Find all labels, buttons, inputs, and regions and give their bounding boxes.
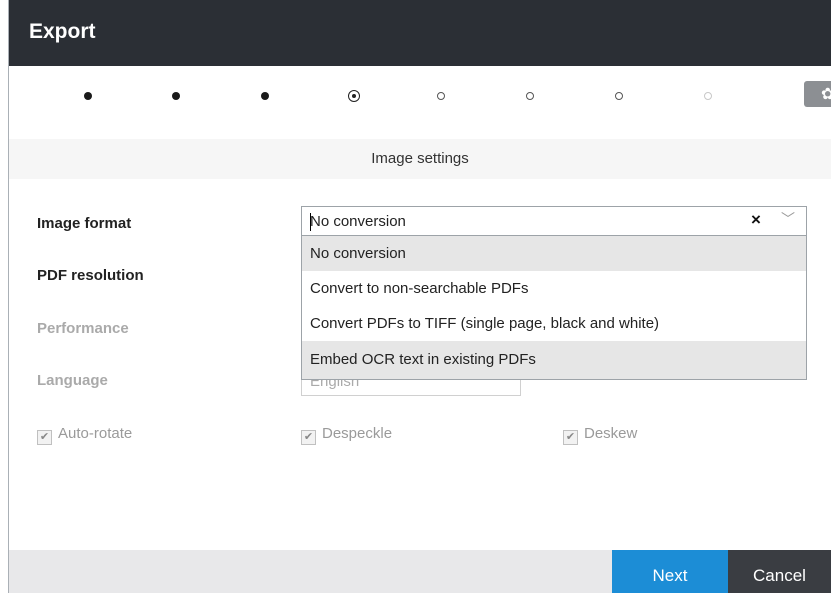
dropdown-option[interactable]: Convert PDFs to TIFF (single page, black…: [302, 306, 806, 341]
dropdown-option[interactable]: No conversion: [302, 236, 806, 271]
chevron-down-icon[interactable]: ﹀: [781, 209, 795, 229]
settings-button[interactable]: ✿: [804, 81, 831, 107]
dialog-title: Export: [29, 20, 96, 43]
despeckle-checkbox[interactable]: ✔ Despeckle: [301, 425, 392, 445]
step-4-current-dot: [348, 90, 360, 102]
despeckle-label: Despeckle: [322, 425, 393, 442]
gear-icon: ✿: [821, 86, 831, 103]
clear-icon[interactable]: ×: [751, 210, 761, 230]
deskew-checkbox[interactable]: ✔ Deskew: [563, 425, 637, 445]
cancel-button[interactable]: Cancel: [728, 550, 831, 593]
section-title: Image settings: [9, 139, 831, 179]
check-icon: ✔: [563, 430, 578, 445]
auto-rotate-checkbox[interactable]: ✔ Auto-rotate: [37, 425, 132, 445]
image-format-dropdown: No conversion Convert to non-searchable …: [301, 235, 807, 380]
dropdown-option[interactable]: Convert to non-searchable PDFs: [302, 271, 806, 306]
image-format-label: Image format: [37, 215, 132, 232]
check-icon: ✔: [301, 430, 316, 445]
auto-rotate-label: Auto-rotate: [58, 425, 133, 442]
deskew-label: Deskew: [584, 425, 638, 442]
step-3-dot: [261, 92, 269, 100]
image-format-value[interactable]: No conversion: [310, 213, 406, 230]
language-label: Language: [37, 372, 108, 389]
dialog-header: Export: [9, 0, 831, 66]
step-7-dot: [615, 92, 623, 100]
image-format-combobox[interactable]: No conversion × ﹀: [301, 206, 807, 236]
check-icon: ✔: [37, 430, 52, 445]
step-5-dot: [437, 92, 445, 100]
pdf-resolution-label: PDF resolution: [37, 267, 144, 284]
step-6-dot: [526, 92, 534, 100]
step-8-dot: [704, 92, 712, 100]
step-indicator: ✿: [9, 66, 831, 130]
performance-label: Performance: [37, 320, 129, 337]
next-button[interactable]: Next: [612, 550, 728, 593]
dropdown-option[interactable]: Embed OCR text in existing PDFs: [302, 341, 806, 379]
step-2-dot: [172, 92, 180, 100]
step-1-dot: [84, 92, 92, 100]
